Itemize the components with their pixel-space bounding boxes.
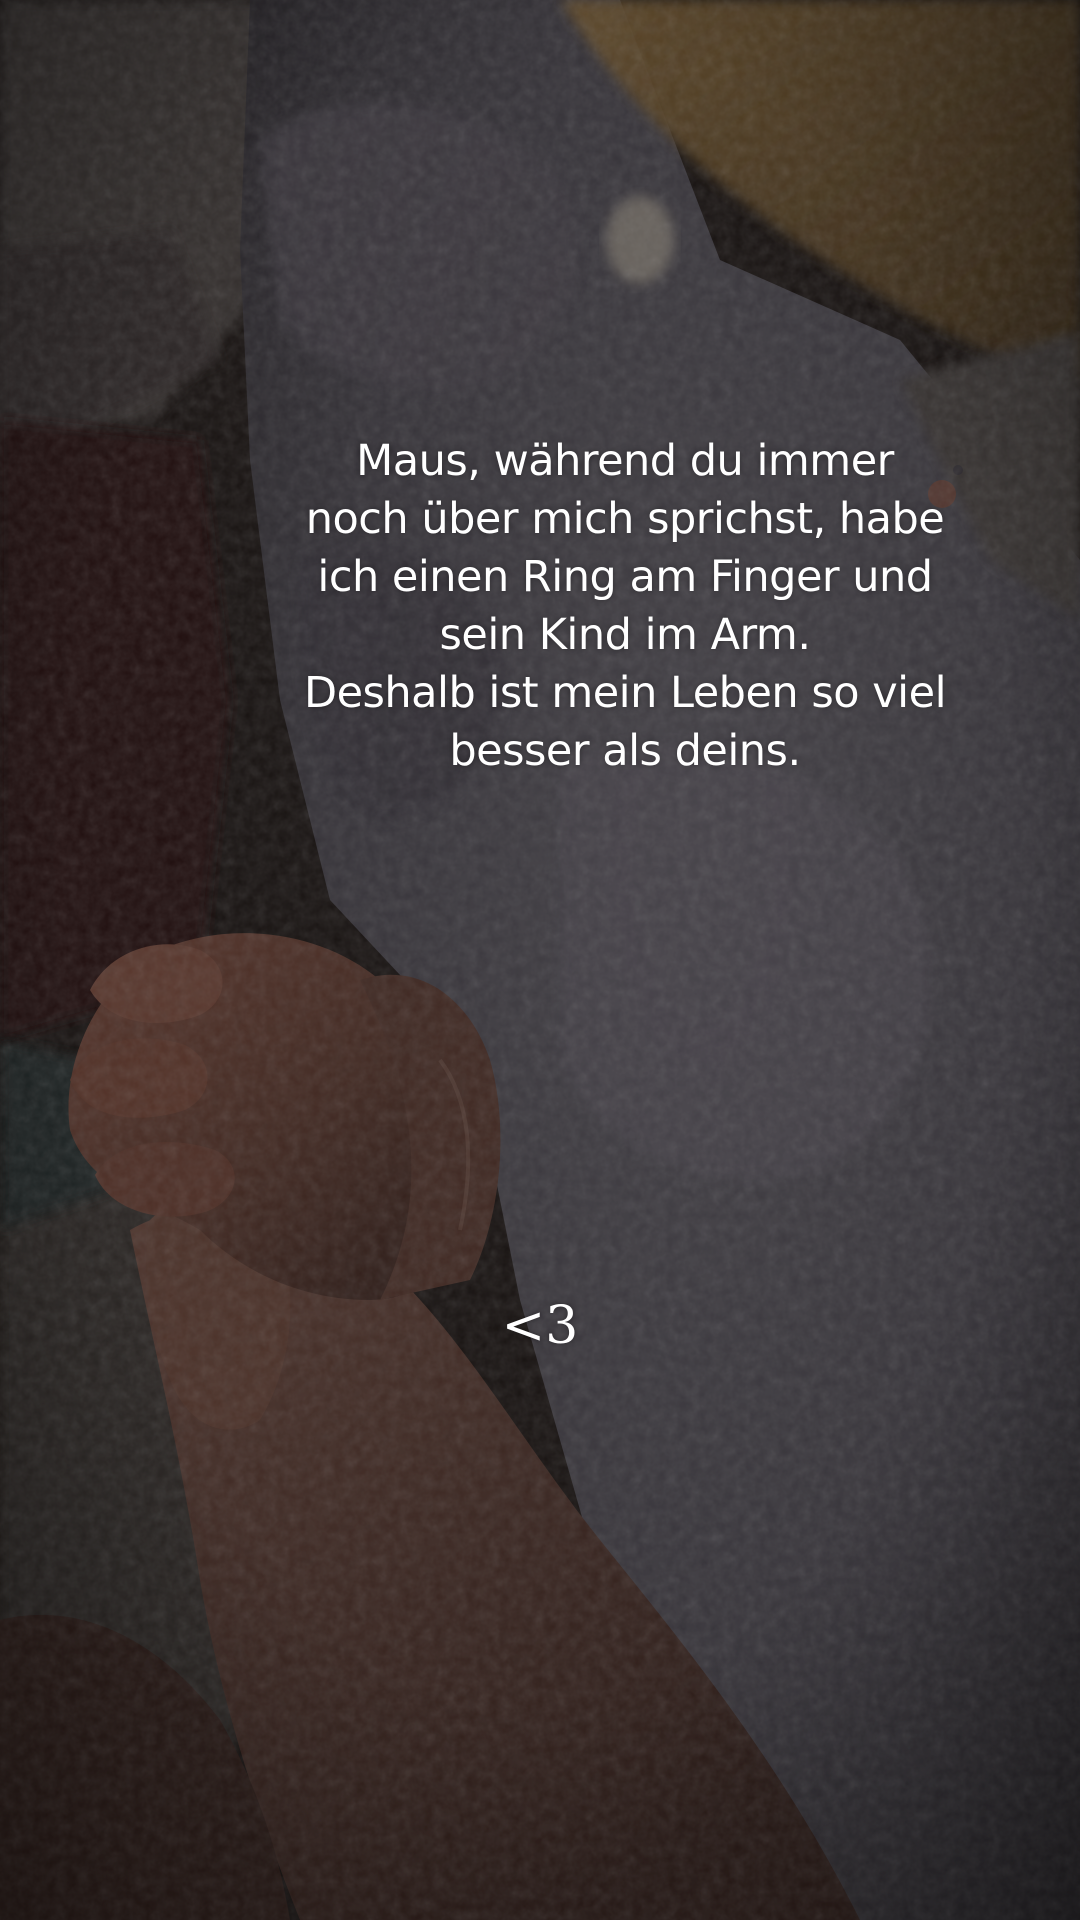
caption-line-3: ich einen Ring am Finger und <box>317 552 933 602</box>
heart-sticker-text: <3 <box>501 1296 579 1356</box>
caption-text: Maus, während du immer noch über mich sp… <box>250 432 1000 780</box>
caption-line-1: Maus, während du immer <box>356 436 894 486</box>
story-canvas: Maus, während du immer noch über mich sp… <box>0 0 1080 1920</box>
caption-line-2: noch über mich sprichst, habe <box>305 494 945 544</box>
background-photo <box>0 0 1080 1920</box>
caption-line-4: sein Kind im Arm. <box>439 610 811 660</box>
caption-line-6: besser als deins. <box>449 726 801 776</box>
caption-line-5: Deshalb ist mein Leben so viel <box>303 668 947 718</box>
